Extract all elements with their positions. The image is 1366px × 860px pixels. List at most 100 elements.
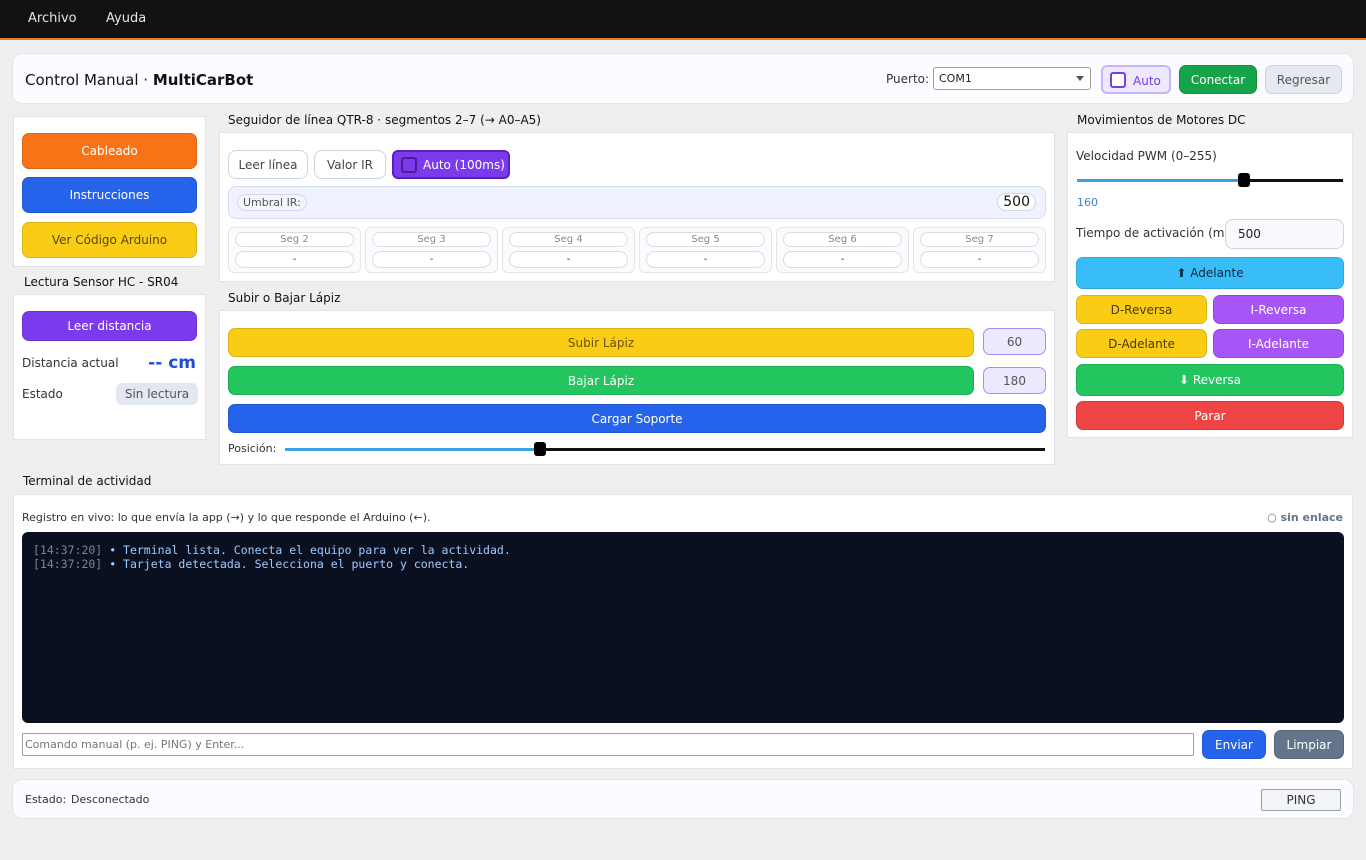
back-button[interactable]: Regresar: [1265, 65, 1342, 94]
distance-value: -- cm: [148, 353, 196, 373]
motors-section-title: Movimientos de Motores DC: [1077, 113, 1246, 127]
position-label: Posición:: [228, 442, 277, 455]
pen-up-angle[interactable]: 60: [983, 328, 1046, 355]
read-distance-button[interactable]: Leer distancia: [22, 311, 197, 341]
segment-value: -: [920, 251, 1039, 268]
link-status: ○ sin enlace: [1267, 511, 1343, 524]
terminal-output[interactable]: [14:37:20] • Terminal lista. Conecta el …: [22, 532, 1344, 723]
segment-value: -: [235, 251, 354, 268]
terminal-panel: Registro en vivo: lo que envía la app (→…: [13, 494, 1353, 769]
segment-name: Seg 5: [646, 232, 765, 247]
segment-name: Seg 2: [235, 232, 354, 247]
status-label: Estado:: [25, 793, 67, 806]
arduino-code-button[interactable]: Ver Código Arduino: [22, 222, 197, 258]
time-input-value: 500: [1238, 227, 1261, 241]
instructions-button[interactable]: Instrucciones: [22, 177, 197, 213]
segment-name: Seg 7: [920, 232, 1039, 247]
segment-card: Seg 7 -: [913, 227, 1046, 273]
d-reverse-button[interactable]: D-Reversa: [1076, 295, 1207, 324]
segment-name: Seg 4: [509, 232, 628, 247]
auto-port-toggle[interactable]: Auto: [1101, 65, 1171, 94]
ir-value-button[interactable]: Valor IR: [314, 150, 386, 179]
terminal-line: [14:37:20] • Terminal lista. Conecta el …: [33, 543, 511, 557]
load-support-button[interactable]: Cargar Soporte: [228, 404, 1046, 433]
port-select-value: COM1: [939, 72, 972, 85]
segments-row: Seg 2 - Seg 3 - Seg 4 - Seg 5 - Seg 6 - …: [228, 227, 1046, 273]
auto-port-checkbox[interactable]: [1110, 72, 1126, 88]
menubar: Archivo Ayuda: [0, 0, 1366, 40]
d-forward-button[interactable]: D-Adelante: [1076, 329, 1207, 358]
position-slider-thumb[interactable]: [534, 442, 546, 456]
segment-value: -: [372, 251, 491, 268]
clear-button[interactable]: Limpiar: [1274, 730, 1344, 759]
time-input[interactable]: 500: [1225, 219, 1344, 249]
port-select[interactable]: COM1: [933, 67, 1091, 90]
line-follower-panel: Leer línea Valor IR Auto (100ms) Umbral …: [219, 132, 1055, 282]
forward-button[interactable]: ⬆ Adelante: [1076, 257, 1344, 289]
i-forward-button[interactable]: I-Adelante: [1213, 329, 1344, 358]
terminal-description: Registro en vivo: lo que envía la app (→…: [22, 511, 431, 524]
command-input[interactable]: [22, 733, 1194, 756]
threshold-label: Umbral IR:: [237, 194, 307, 211]
terminal-message: • Tarjeta detectada. Selecciona el puert…: [109, 557, 470, 571]
auto-ir-label: Auto (100ms): [423, 158, 505, 172]
distance-label: Distancia actual: [22, 356, 119, 370]
pen-panel: Subir Lápiz 60 Bajar Lápiz 180 Cargar So…: [219, 310, 1055, 465]
segment-value: -: [646, 251, 765, 268]
terminal-timestamp: [14:37:20]: [33, 543, 103, 557]
stop-button[interactable]: Parar: [1076, 401, 1344, 430]
sensor-status-badge: Sin lectura: [116, 383, 198, 405]
status-value: Desconectado: [71, 793, 150, 806]
time-label: Tiempo de activación (ms): [1076, 226, 1236, 240]
motors-panel: Velocidad PWM (0–255) 160 Tiempo de acti…: [1067, 132, 1353, 438]
pwm-value: 160: [1077, 196, 1098, 209]
terminal-line: [14:37:20] • Tarjeta detectada. Seleccio…: [33, 557, 469, 571]
auto-ir-toggle[interactable]: Auto (100ms): [392, 150, 510, 179]
segment-card: Seg 3 -: [365, 227, 498, 273]
title-prefix: Control Manual ·: [25, 71, 149, 89]
terminal-message: • Terminal lista. Conecta el equipo para…: [109, 543, 511, 557]
segment-card: Seg 6 -: [776, 227, 909, 273]
segment-name: Seg 3: [372, 232, 491, 247]
segment-card: Seg 4 -: [502, 227, 635, 273]
ping-button[interactable]: PING: [1261, 789, 1341, 811]
segment-value: -: [509, 251, 628, 268]
wiring-button[interactable]: Cableado: [22, 133, 197, 169]
connect-button[interactable]: Conectar: [1179, 65, 1257, 94]
sensor-panel: Leer distancia Distancia actual -- cm Es…: [13, 294, 206, 440]
segment-card: Seg 2 -: [228, 227, 361, 273]
pwm-label: Velocidad PWM (0–255): [1076, 149, 1217, 163]
threshold-row: Umbral IR: 500: [228, 186, 1046, 219]
position-slider-fill: [285, 448, 540, 451]
terminal-timestamp: [14:37:20]: [33, 557, 103, 571]
pen-down-angle[interactable]: 180: [983, 367, 1046, 394]
line-follower-title: Seguidor de línea QTR-8 · segmentos 2–7 …: [228, 113, 541, 127]
chevron-down-icon: [1076, 76, 1084, 81]
terminal-section-title: Terminal de actividad: [23, 474, 152, 488]
pen-down-button[interactable]: Bajar Lápiz: [228, 366, 974, 395]
read-line-button[interactable]: Leer línea: [228, 150, 308, 179]
pwm-slider-thumb[interactable]: [1238, 173, 1250, 187]
title-app-name: MultiCarBot: [152, 71, 254, 89]
pen-up-button[interactable]: Subir Lápiz: [228, 328, 974, 357]
threshold-value[interactable]: 500: [997, 193, 1036, 211]
port-label: Puerto:: [886, 72, 930, 86]
send-button[interactable]: Enviar: [1202, 730, 1266, 759]
left-buttons-panel: Cableado Instrucciones Ver Código Arduin…: [13, 116, 206, 267]
reverse-button[interactable]: ⬇ Reversa: [1076, 364, 1344, 396]
status-bar: Estado: Desconectado PING: [12, 779, 1354, 819]
pwm-slider-fill: [1077, 179, 1244, 182]
auto-ir-checkbox[interactable]: [401, 157, 417, 173]
pwm-slider[interactable]: [1077, 173, 1343, 187]
segment-card: Seg 5 -: [639, 227, 772, 273]
i-reverse-button[interactable]: I-Reversa: [1213, 295, 1344, 324]
header-card: Control Manual · MultiCarBot Puerto: COM…: [12, 53, 1354, 104]
menu-ayuda[interactable]: Ayuda: [106, 11, 146, 26]
auto-port-label: Auto: [1133, 74, 1161, 88]
segment-value: -: [783, 251, 902, 268]
segment-name: Seg 6: [783, 232, 902, 247]
menu-archivo[interactable]: Archivo: [28, 11, 77, 26]
sensor-status-label: Estado: [22, 387, 63, 401]
sensor-section-title: Lectura Sensor HC - SR04: [24, 275, 179, 289]
position-slider[interactable]: [285, 442, 1045, 456]
